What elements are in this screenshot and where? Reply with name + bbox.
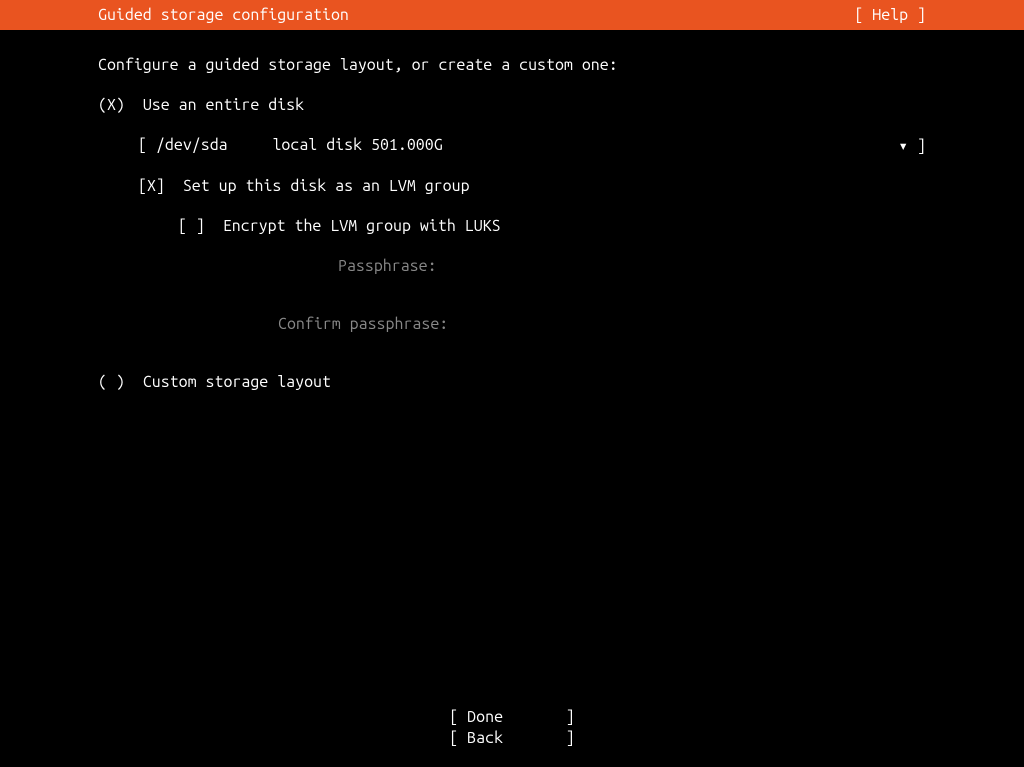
radio-label: Custom storage layout — [143, 373, 331, 391]
disk-description: local disk 501.000G — [272, 136, 442, 154]
chevron-down-icon — [898, 137, 908, 155]
checkbox-encrypt[interactable]: [ ] Encrypt the LVM group with LUKS — [98, 217, 926, 235]
header-bar: Guided storage configuration [ Help ] — [0, 0, 1024, 30]
passphrase-label: Passphrase: — [98, 257, 926, 275]
prompt-text: Configure a guided storage layout, or cr… — [98, 56, 926, 74]
page-title: Guided storage configuration — [0, 6, 349, 24]
radio-label: Use an entire disk — [143, 96, 304, 114]
disk-device: /dev/sda — [156, 136, 228, 154]
help-button[interactable]: [ Help ] — [854, 6, 1024, 24]
back-button[interactable]: [ Back ] — [0, 728, 1024, 749]
confirm-passphrase-label: Confirm passphrase: — [98, 315, 926, 333]
checkbox-marker: [ ] — [178, 217, 205, 235]
checkbox-marker: [X] — [138, 177, 165, 195]
radio-marker: (X) — [98, 96, 125, 114]
disk-selector-left: [ /dev/sda local disk 501.000G — [138, 136, 443, 155]
done-button[interactable]: [ Done ] — [0, 707, 1024, 728]
radio-marker: ( ) — [98, 373, 125, 391]
checkbox-label: Encrypt the LVM group with LUKS — [223, 217, 501, 235]
radio-custom-layout[interactable]: ( ) Custom storage layout — [98, 373, 926, 391]
checkbox-lvm[interactable]: [X] Set up this disk as an LVM group — [98, 177, 926, 195]
footer-buttons: [ Done ] [ Back ] — [0, 707, 1024, 749]
disk-selector-right: ] — [898, 136, 926, 155]
disk-selector-dropdown[interactable]: [ /dev/sda local disk 501.000G ] — [98, 136, 926, 155]
content-area: Configure a guided storage layout, or cr… — [0, 30, 1024, 391]
radio-use-entire-disk[interactable]: (X) Use an entire disk — [98, 96, 926, 114]
checkbox-label: Set up this disk as an LVM group — [183, 177, 470, 195]
